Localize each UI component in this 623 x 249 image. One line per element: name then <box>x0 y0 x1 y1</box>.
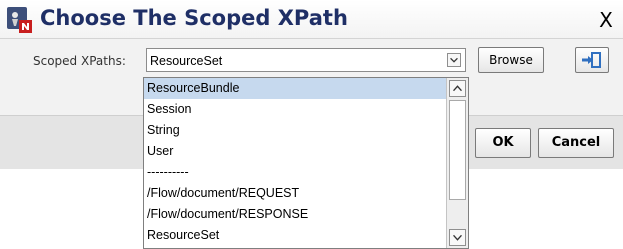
import-button[interactable] <box>575 47 609 73</box>
app-icon <box>7 7 32 33</box>
close-button[interactable]: X <box>596 9 616 31</box>
chevron-down-icon[interactable] <box>447 53 461 67</box>
scroll-thumb[interactable] <box>449 100 466 200</box>
dialog-title: Choose The Scoped XPath <box>40 6 348 30</box>
list-item[interactable]: /Flow/document/REQUEST <box>144 183 446 204</box>
list-item[interactable]: ResourceBundle <box>144 78 446 99</box>
list-item[interactable]: /Flow/document/RESPONSE <box>144 204 446 225</box>
import-arrow-icon <box>582 52 601 68</box>
scroll-up-icon[interactable] <box>449 80 466 97</box>
scroll-down-icon[interactable] <box>449 229 466 246</box>
cancel-button[interactable]: Cancel <box>538 128 614 158</box>
scrollbar[interactable] <box>446 78 468 248</box>
ok-button[interactable]: OK <box>475 128 531 158</box>
list-item[interactable]: ResourceSet <box>144 225 446 246</box>
list-separator: ---------- <box>147 165 189 179</box>
combobox-value: ResourceSet <box>150 54 223 68</box>
title-bar: Choose The Scoped XPath X <box>0 0 623 39</box>
browse-button[interactable]: Browse <box>478 47 544 73</box>
list-item[interactable]: String <box>144 120 446 141</box>
scoped-xpaths-combobox[interactable]: ResourceSet <box>146 48 466 72</box>
scoped-xpaths-label: Scoped XPaths: <box>33 54 126 68</box>
list-item[interactable]: User <box>144 141 446 162</box>
xpath-dropdown-list[interactable]: ResourceBundle Session String User -----… <box>143 77 469 249</box>
list-item[interactable]: Session <box>144 99 446 120</box>
